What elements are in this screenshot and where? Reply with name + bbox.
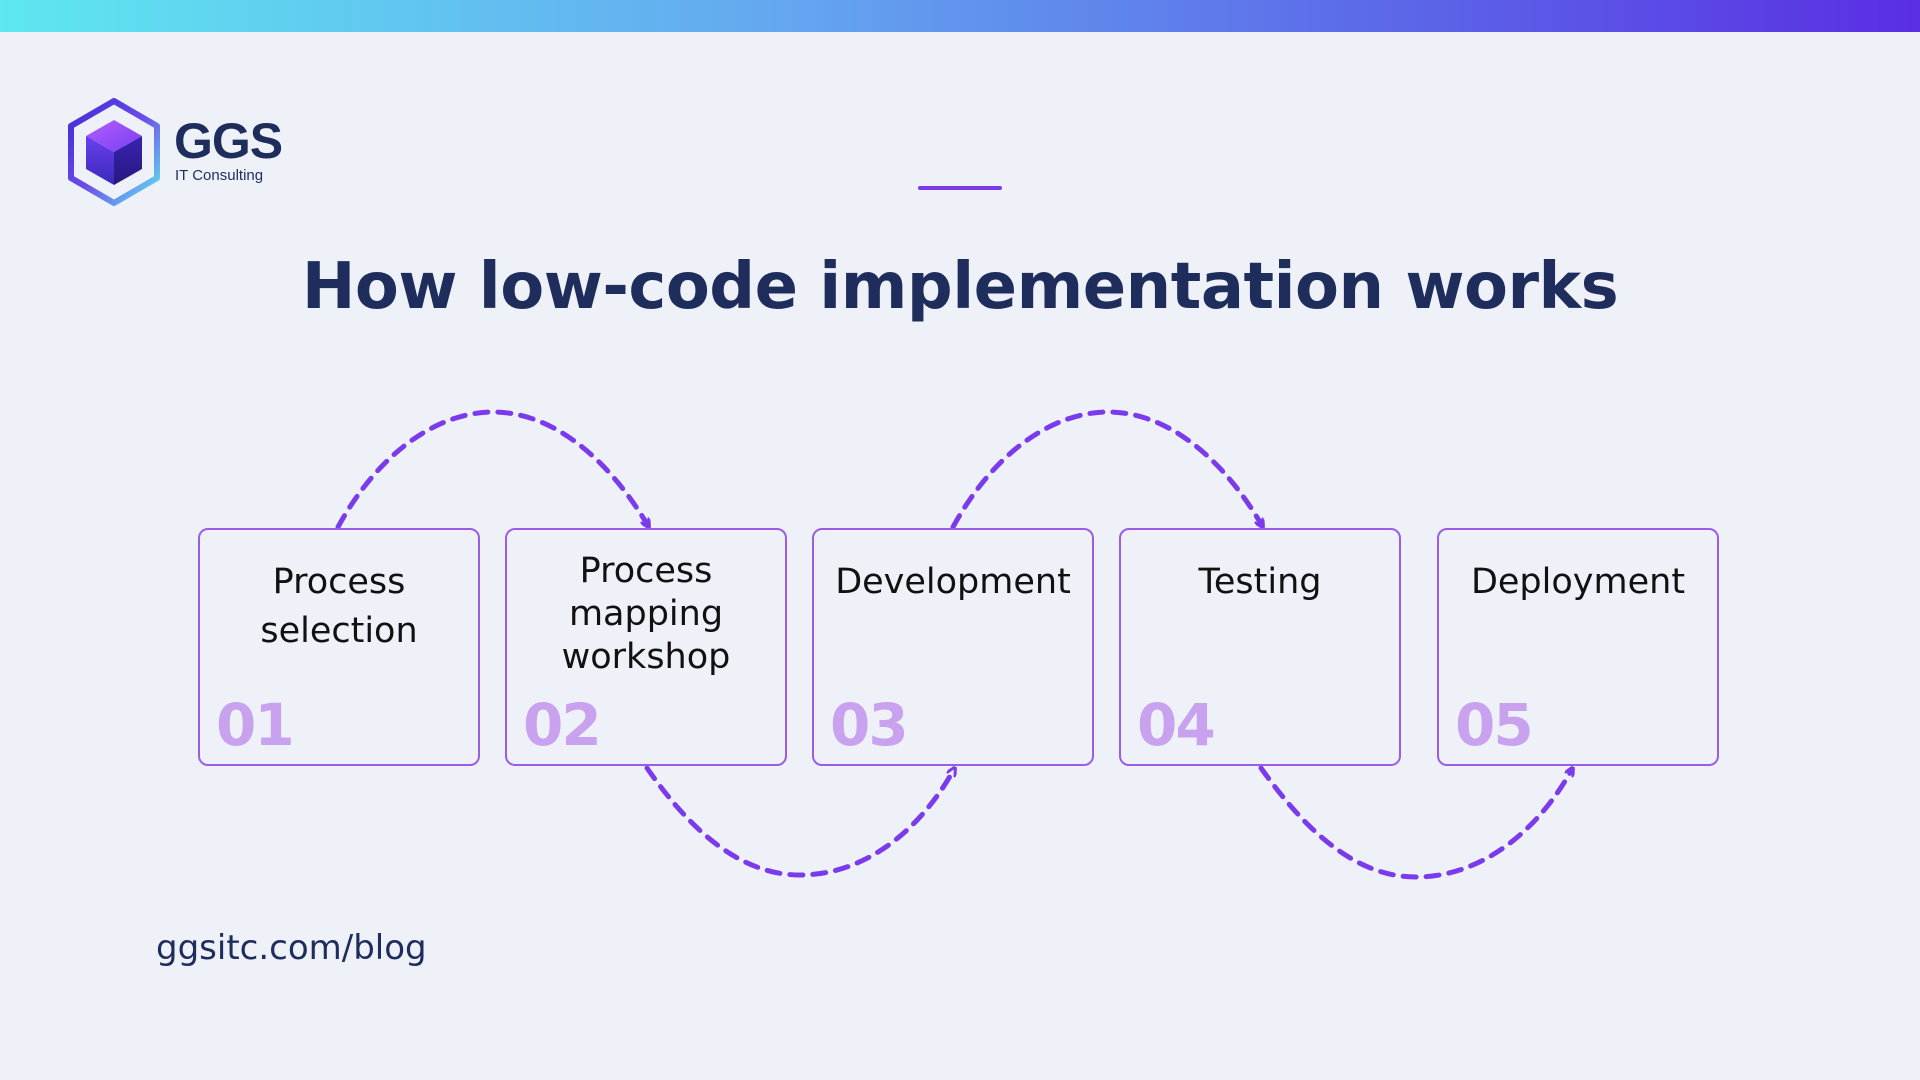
brand-tagline: IT Consulting xyxy=(175,167,264,184)
step-card-1: Process selection 01 xyxy=(198,528,480,766)
step-number: 03 xyxy=(830,691,909,759)
step-label: Deployment xyxy=(1470,562,1686,602)
brand-name: GGS xyxy=(174,113,283,169)
cube-logo-icon xyxy=(68,98,160,206)
step-card-3: Development 03 xyxy=(812,528,1094,766)
step-number: 02 xyxy=(523,691,602,759)
step-card-5: Deployment 05 xyxy=(1437,528,1719,766)
footer-url-link[interactable]: ggsitc.com/blog xyxy=(156,928,427,968)
arrow-step1-to-step2 xyxy=(335,409,647,527)
step-label: Process mapping workshop xyxy=(561,551,731,677)
step-card-4: Testing 04 xyxy=(1119,528,1401,766)
top-gradient-bar xyxy=(0,0,1920,32)
page-title: How low-code implementation works xyxy=(301,250,1619,324)
step-card-2: Process mapping workshop 02 xyxy=(505,528,787,766)
step-label: Development xyxy=(835,562,1071,602)
step-label: Testing xyxy=(1198,562,1322,602)
arrow-step4-to-step5 xyxy=(1258,768,1571,880)
step-number: 01 xyxy=(216,691,295,759)
step-number: 05 xyxy=(1455,691,1534,759)
arrow-step2-to-step3 xyxy=(644,768,953,878)
arrow-step3-to-step4 xyxy=(950,409,1261,527)
logo[interactable]: GGS IT Consulting xyxy=(66,98,296,208)
step-number: 04 xyxy=(1137,691,1216,759)
title-accent-line xyxy=(918,186,1002,190)
step-label: Process selection xyxy=(260,562,418,651)
